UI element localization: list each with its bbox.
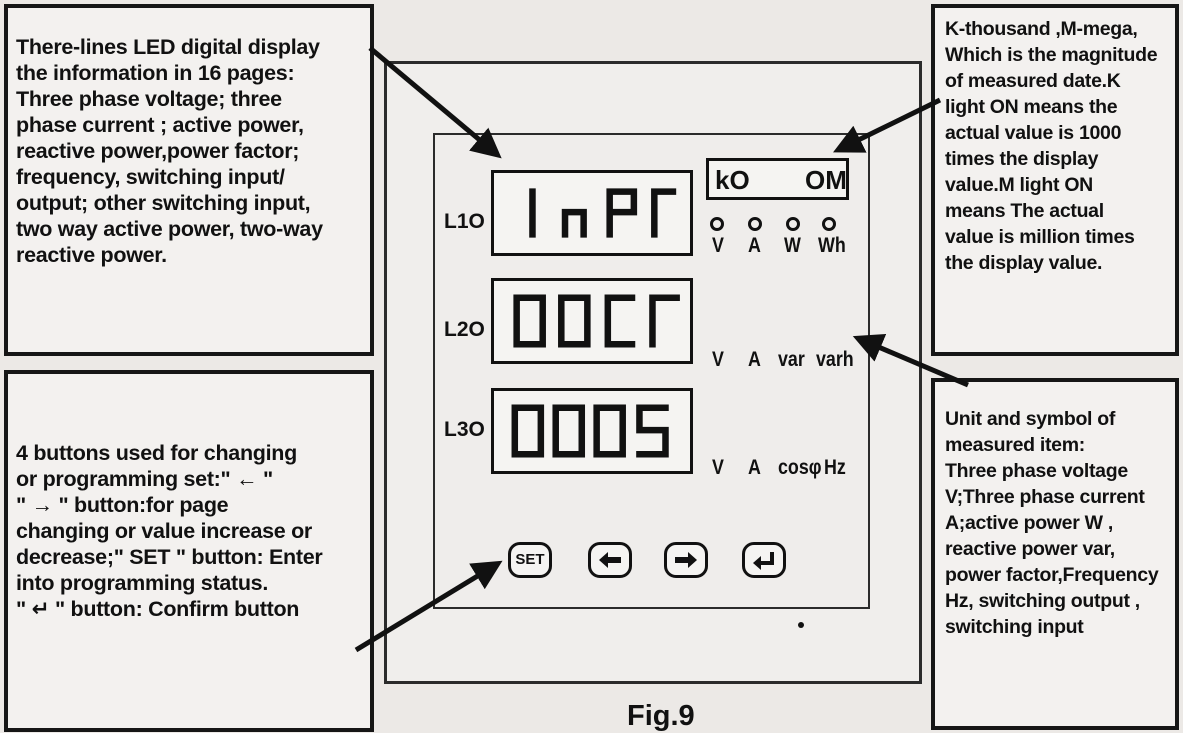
arrow-right-icon	[675, 552, 697, 568]
display-line-3-segments	[511, 404, 669, 458]
display-line-1-segments	[529, 188, 677, 238]
unit-row1-w: W	[784, 234, 801, 257]
buttons-description-box: 4 buttons used for changing or programmi…	[4, 370, 374, 732]
display-description-box: There-lines LED digital display the info…	[4, 4, 374, 356]
magnitude-description-text: K-thousand ,M-mega, Which is the magnitu…	[945, 18, 1158, 274]
led-v	[710, 217, 724, 231]
led-w	[786, 217, 800, 231]
display-line-2-segments	[513, 294, 680, 348]
indicator-dot	[798, 622, 804, 628]
magnitude-indicator: kO OM	[706, 158, 849, 200]
unit-row3-a: A	[748, 456, 761, 479]
display-line-1	[491, 170, 693, 256]
unit-row1-a: A	[748, 234, 761, 257]
unit-row3-hz: Hz	[824, 456, 846, 479]
figure-caption: Fig.9	[627, 700, 695, 732]
buttons-description-text: 4 buttons used for changing or programmi…	[16, 441, 323, 621]
magnitude-description-box: K-thousand ,M-mega, Which is the magnitu…	[931, 4, 1179, 356]
unit-row3-cos: cosφ	[778, 456, 822, 479]
set-button[interactable]: SET	[508, 542, 552, 578]
units-description-text: Unit and symbol of measured item: Three …	[945, 408, 1159, 638]
units-description-box: Unit and symbol of measured item: Three …	[931, 378, 1179, 730]
unit-row1-wh: Wh	[818, 234, 846, 257]
led-a	[748, 217, 762, 231]
set-button-label: SET	[515, 551, 545, 568]
enter-icon	[753, 552, 774, 570]
display-description-text: There-lines LED digital display the info…	[16, 35, 323, 267]
unit-row1-v: V	[712, 234, 724, 257]
line-2-label: L2O	[444, 318, 485, 341]
line-3-label: L3O	[444, 418, 485, 441]
left-button[interactable]	[588, 542, 632, 578]
unit-row2-var: var	[778, 348, 805, 371]
unit-row2-v: V	[712, 348, 724, 371]
display-line-2	[491, 278, 693, 364]
arrow-left-icon	[599, 552, 621, 568]
unit-row3-v: V	[712, 456, 724, 479]
right-button[interactable]	[664, 542, 708, 578]
m-indicator-label: OM	[805, 165, 847, 195]
unit-row2-a: A	[748, 348, 761, 371]
line-1-label: L1O	[444, 210, 485, 233]
display-line-3	[491, 388, 693, 474]
led-wh	[822, 217, 836, 231]
enter-button[interactable]	[742, 542, 786, 578]
unit-row2-varh: varh	[816, 348, 854, 371]
k-indicator-label: kO	[715, 165, 750, 195]
